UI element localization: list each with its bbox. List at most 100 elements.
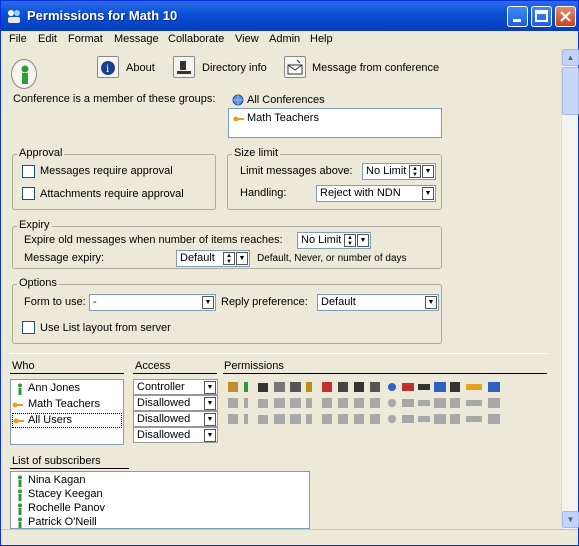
handling-select[interactable]: Reject with NDN ▼ (316, 185, 436, 202)
form-to-use-value: - (93, 296, 97, 308)
options-title: Options (17, 277, 59, 289)
scroll-up-button[interactable]: ▲ (562, 49, 579, 66)
chevron-down-icon[interactable]: ▼ (204, 429, 216, 442)
spinner-icon[interactable]: ▲ ▼ (223, 252, 235, 265)
approval-group: Approval (12, 147, 216, 210)
menu-format[interactable]: Format (68, 33, 103, 45)
person-icon (18, 503, 22, 515)
groups-list[interactable]: Math Teachers (228, 108, 442, 138)
access-select-all-users[interactable]: Disallowed ▼ (133, 411, 218, 427)
info-icon: i (101, 61, 115, 75)
minimize-button[interactable] (507, 6, 528, 27)
menu-collaborate[interactable]: Collaborate (168, 33, 224, 45)
expire-old-messages-field[interactable]: No Limit ▲ ▼ ▼ (297, 232, 371, 249)
expire-old-messages-value: No Limit (301, 234, 342, 246)
about-button[interactable]: i (97, 56, 119, 78)
scroll-down-button[interactable]: ▼ (562, 511, 579, 528)
messages-require-approval-checkbox[interactable] (22, 165, 35, 178)
close-icon (560, 11, 571, 22)
menu-file[interactable]: File (9, 33, 27, 45)
close-button[interactable] (555, 6, 576, 27)
attachments-require-approval-label[interactable]: Attachments require approval (40, 188, 184, 200)
title-bar[interactable]: Permissions for Math 10 (1, 1, 578, 31)
message-from-conference-button[interactable] (284, 56, 306, 78)
access-select-math-teachers[interactable]: Disallowed ▼ (133, 395, 218, 411)
directory-info-label[interactable]: Directory info (202, 62, 267, 74)
message-expiry-label: Message expiry: (24, 252, 105, 264)
scroll-thumb[interactable] (562, 67, 579, 115)
approval-title: Approval (17, 147, 65, 159)
subscriber-item[interactable]: Rochelle Panov (28, 502, 105, 514)
handling-label: Handling: (240, 187, 287, 199)
access-select-ann-jones[interactable]: Controller ▼ (133, 379, 218, 395)
menu-edit[interactable]: Edit (38, 33, 57, 45)
spinner-icon[interactable]: ▲ ▼ (344, 234, 356, 247)
message-from-conference-label[interactable]: Message from conference (312, 62, 439, 74)
chevron-down-icon[interactable]: ▼ (204, 413, 216, 426)
who-item-math-teachers[interactable]: Math Teachers (28, 398, 100, 410)
spinner-icon[interactable]: ▲ ▼ (409, 165, 421, 178)
subscriber-item[interactable]: Patrick O'Neill (28, 516, 97, 528)
message-icon (287, 59, 303, 75)
globe-icon (232, 94, 244, 106)
handling-value: Reject with NDN (320, 187, 401, 199)
reply-preference-label: Reply preference: (221, 296, 308, 308)
message-expiry-field[interactable]: Default ▲ ▼ ▼ (176, 250, 250, 267)
permission-icons-row (228, 398, 500, 408)
section-divider (10, 353, 547, 354)
permissions-row-all-users[interactable] (226, 412, 536, 430)
access-header: Access (135, 360, 171, 372)
about-label[interactable]: About (126, 62, 155, 74)
chevron-down-icon[interactable]: ▼ (204, 397, 216, 410)
who-list[interactable]: Ann Jones Math Teachers All Users (10, 379, 124, 445)
size-limit-title: Size limit (232, 147, 281, 159)
who-item-selected[interactable]: All Users (12, 413, 122, 428)
permissions-grid[interactable] (223, 379, 547, 445)
who-item-ann-jones[interactable]: Ann Jones (28, 382, 80, 394)
messages-require-approval-label[interactable]: Messages require approval (40, 165, 173, 177)
subscriber-item[interactable]: Nina Kagan (28, 474, 86, 486)
access-select-row-4[interactable]: Disallowed ▼ (133, 427, 218, 443)
directory-info-button[interactable] (173, 56, 195, 78)
chevron-down-icon[interactable]: ▼ (425, 296, 437, 309)
maximize-button[interactable] (531, 6, 552, 27)
expiry-title: Expiry (17, 219, 52, 231)
minimize-icon (513, 19, 521, 22)
subscriber-item[interactable]: Stacey Keegan (28, 488, 103, 500)
options-group: Options (12, 277, 442, 344)
window-title: Permissions for Math 10 (27, 8, 178, 23)
list-layout-label[interactable]: Use List layout from server (40, 322, 171, 334)
who-item-all-users[interactable]: All Users (28, 414, 72, 426)
person-avatar (11, 59, 37, 89)
chevron-down-icon[interactable]: ▼ (236, 252, 248, 265)
key-icon (233, 116, 244, 122)
group-item[interactable]: Math Teachers (247, 112, 319, 124)
subscribers-header: List of subscribers (12, 455, 101, 467)
status-bar (1, 529, 578, 545)
chevron-down-icon[interactable]: ▼ (357, 234, 369, 247)
vertical-scrollbar[interactable]: ▲ ▼ (561, 49, 579, 529)
groups-label: Conference is a member of these groups: (13, 93, 216, 105)
message-expiry-hint: Default, Never, or number of days (257, 253, 407, 264)
subscribers-list[interactable]: Nina Kagan Stacey Keegan Rochelle Panov … (10, 471, 310, 529)
attachments-require-approval-checkbox[interactable] (22, 187, 35, 200)
access-value: Disallowed (137, 429, 191, 441)
reply-preference-select[interactable]: Default ▼ (317, 294, 439, 311)
menu-admin[interactable]: Admin (269, 33, 300, 45)
reply-preference-value: Default (321, 296, 356, 308)
chevron-down-icon[interactable]: ▼ (204, 381, 216, 394)
subscribers-header-underline (10, 468, 129, 469)
chevron-down-icon[interactable]: ▼ (422, 165, 434, 178)
chevron-down-icon[interactable]: ▼ (202, 296, 214, 309)
list-layout-checkbox[interactable] (22, 321, 35, 334)
permissions-window: Permissions for Math 10 File Edit Format… (0, 0, 579, 546)
menu-message[interactable]: Message (114, 33, 159, 45)
menu-help[interactable]: Help (310, 33, 333, 45)
menu-view[interactable]: View (235, 33, 259, 45)
form-to-use-select[interactable]: - ▼ (89, 294, 216, 311)
message-expiry-value: Default (180, 252, 215, 264)
limit-messages-field[interactable]: No Limit ▲ ▼ ▼ (362, 163, 436, 180)
all-conferences-label[interactable]: All Conferences (247, 94, 325, 106)
chevron-down-icon[interactable]: ▼ (422, 187, 434, 200)
access-value: Disallowed (137, 397, 191, 409)
